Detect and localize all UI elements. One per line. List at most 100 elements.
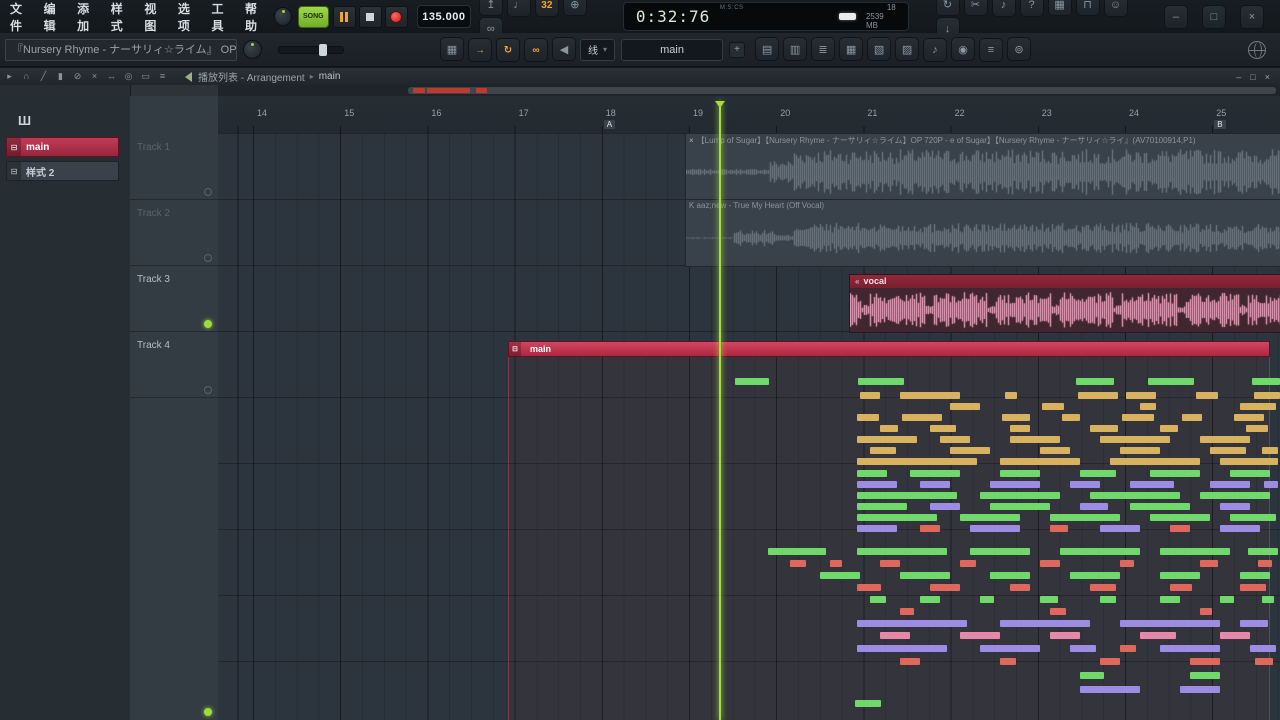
menu-item[interactable]: 文件 — [10, 0, 33, 34]
shuffle-knob[interactable] — [243, 40, 262, 59]
channel-rack-icon[interactable]: ≣ — [811, 37, 836, 62]
panel-icons-group: ▤ ▥ ≣ ▦ ▧ ▨ ♪ ◉ ≡ ⊚ — [755, 37, 1035, 62]
slider-handle[interactable] — [319, 43, 327, 56]
record-settings-icon[interactable]: ▦ — [440, 37, 464, 61]
speaker-icon[interactable] — [180, 71, 192, 82]
sync-icon[interactable]: ↻ — [935, 0, 960, 17]
pattern-selector[interactable]: main — [621, 38, 724, 61]
audio-clip-2[interactable]: K aaz;new - True My Heart (Off Vocal) — [685, 199, 1280, 267]
globe-icon[interactable] — [1248, 40, 1266, 59]
maximize-button[interactable]: □ — [1201, 4, 1226, 29]
playlist-tool-icons: ▸ ∩ ╱ ▮ ⊘ × ↔ ◎ ▭ ≡ — [0, 70, 170, 84]
stop-button[interactable] — [358, 5, 382, 28]
mic-icon[interactable]: ♪ — [991, 0, 1016, 17]
minimize-button[interactable]: – — [1163, 4, 1188, 29]
pl-maximize-button[interactable]: □ — [1250, 72, 1255, 82]
track-indicator[interactable] — [204, 254, 212, 262]
overdub-record-icon[interactable]: → — [468, 38, 492, 62]
audio-clip-2-label: K aaz;new - True My Heart (Off Vocal) — [689, 201, 825, 210]
snap-selector[interactable]: 线 ▾ — [580, 38, 616, 61]
performance-indicator[interactable] — [204, 708, 212, 716]
track-indicator[interactable] — [204, 386, 212, 394]
playlist-title: 播放列表 - Arrangement — [198, 73, 305, 84]
monitor-icon[interactable]: ◀ — [552, 37, 576, 61]
picker-panel-icon[interactable]: Ш — [18, 113, 31, 128]
ruler-marker[interactable]: A — [603, 120, 616, 129]
menu-item[interactable]: 选项 — [178, 0, 201, 34]
playlist-window: ▸ ∩ ╱ ▮ ⊘ × ↔ ◎ ▭ ≡ 播放列表 - Arrangement ▸ main – □ ×… — [0, 68, 1280, 720]
master-slider[interactable] — [278, 43, 344, 56]
track-indicator[interactable] — [204, 320, 212, 328]
loop-record-icon[interactable]: ↻ — [496, 38, 520, 62]
track-indicator[interactable] — [204, 188, 212, 196]
magnet-icon[interactable]: ∩ — [19, 70, 34, 83]
zoom-tool-icon[interactable]: ◎ — [121, 70, 136, 83]
menu-icon[interactable]: ≡ — [155, 70, 170, 83]
playlist-titlebar[interactable]: ▸ ∩ ╱ ▮ ⊘ × ↔ ◎ ▭ ≡ 播放列表 - Arrangement ▸ main – □ × — [0, 68, 1280, 86]
cut-icon[interactable]: ✂ — [963, 0, 988, 17]
ruler[interactable]: 14 15 16 17 18 19 20 21 22 23 24 25 A B — [218, 96, 1280, 134]
track-header[interactable]: Track 3 — [130, 265, 218, 332]
vocal-clip[interactable]: «vocal — [849, 274, 1280, 333]
pointer-tool-icon[interactable]: ▸ — [2, 70, 17, 83]
pause-button[interactable] — [332, 5, 356, 28]
pattern-label: main — [26, 141, 50, 153]
cpu-level: 18 — [886, 3, 896, 12]
song-title-box[interactable]: 『Nursery Rhyme - ナーサリィ☆ライム』 OP — [5, 38, 237, 61]
select-tool-icon[interactable]: ▭ — [138, 70, 153, 83]
brush-tool-icon[interactable]: ▮ — [53, 70, 68, 83]
close-button[interactable]: × — [1239, 4, 1264, 29]
delete-tool-icon[interactable]: ⊘ — [70, 70, 85, 83]
playlist-grid[interactable]: 14 15 16 17 18 19 20 21 22 23 24 25 A B × 【Lump of Sug… — [218, 96, 1280, 720]
script-output-icon[interactable]: ≡ — [979, 37, 1004, 62]
browser-icon[interactable]: ▧ — [867, 37, 892, 62]
record-button[interactable] — [384, 5, 408, 28]
menu-item[interactable]: 视图 — [144, 0, 167, 34]
chevron-down-icon: ▾ — [603, 45, 608, 54]
clip-mute-icon[interactable]: × — [689, 136, 694, 145]
blend-notes-icon[interactable]: ⊕ — [562, 0, 587, 16]
scrollbar-thumb[interactable] — [408, 87, 1276, 94]
pattern-item[interactable]: ⊟ 样式 2 — [6, 161, 119, 181]
menu-item[interactable]: 帮助 — [245, 0, 268, 34]
playlist-breadcrumb-current: main — [318, 71, 341, 82]
menu-item[interactable]: 添加 — [77, 0, 100, 34]
main-pattern-clip-header[interactable]: ⊟ main — [508, 341, 1270, 357]
pencil-tool-icon[interactable]: ╱ — [36, 70, 51, 83]
main-volume-slider[interactable] — [839, 13, 856, 20]
main-pitch-knob[interactable] — [273, 7, 292, 26]
menu-item[interactable]: 工具 — [211, 0, 234, 34]
main-pattern-clip-body[interactable] — [508, 355, 1270, 720]
help-icon[interactable]: ? — [1019, 0, 1044, 17]
playhead[interactable] — [719, 102, 721, 720]
plugin-icon[interactable]: ⊓ — [1075, 0, 1100, 17]
tempo-display[interactable]: 135.000 — [416, 5, 471, 28]
link-icon[interactable]: ∞ — [524, 38, 548, 62]
feedback-icon[interactable]: ☺ — [1103, 0, 1128, 17]
track-header[interactable]: Track 1 — [130, 133, 218, 200]
track-header[interactable]: Track 4 — [130, 331, 218, 398]
typing-keyboard-icon[interactable]: 32 — [534, 0, 559, 17]
project-picker-icon[interactable]: ▨ — [895, 37, 920, 62]
slip-tool-icon[interactable]: ↔ — [104, 70, 119, 83]
add-pattern-button[interactable]: + — [729, 41, 746, 58]
piano-roll-icon[interactable]: ▥ — [783, 37, 808, 62]
wait-for-input-icon[interactable]: ↥ — [478, 0, 503, 16]
save-icon[interactable]: ▦ — [1047, 0, 1072, 17]
plugin-picker-icon[interactable]: ♪ — [923, 37, 948, 62]
pl-minimize-button[interactable]: – — [1236, 72, 1241, 82]
remote-icon[interactable]: ⊚ — [1007, 37, 1032, 62]
menu-item[interactable]: 编辑 — [44, 0, 67, 34]
mixer-icon[interactable]: ▦ — [839, 37, 864, 62]
pattern-item[interactable]: ⊟ main — [6, 137, 119, 157]
ruler-marker[interactable]: B — [1214, 120, 1226, 129]
metronome-icon[interactable]: ♩ — [506, 0, 531, 17]
pl-close-button[interactable]: × — [1265, 72, 1270, 82]
song-mode-button[interactable]: SONG — [297, 5, 329, 28]
audio-clip-1[interactable]: × 【Lump of Sugar】【Nursery Rhyme - ナーサリィ☆ラ… — [685, 133, 1280, 201]
mute-tool-icon[interactable]: × — [87, 70, 102, 83]
track-header[interactable]: Track 2 — [130, 199, 218, 266]
touch-controller-icon[interactable]: ◉ — [951, 37, 976, 62]
playlist-icon[interactable]: ▤ — [755, 37, 780, 62]
menu-item[interactable]: 样式 — [111, 0, 134, 34]
